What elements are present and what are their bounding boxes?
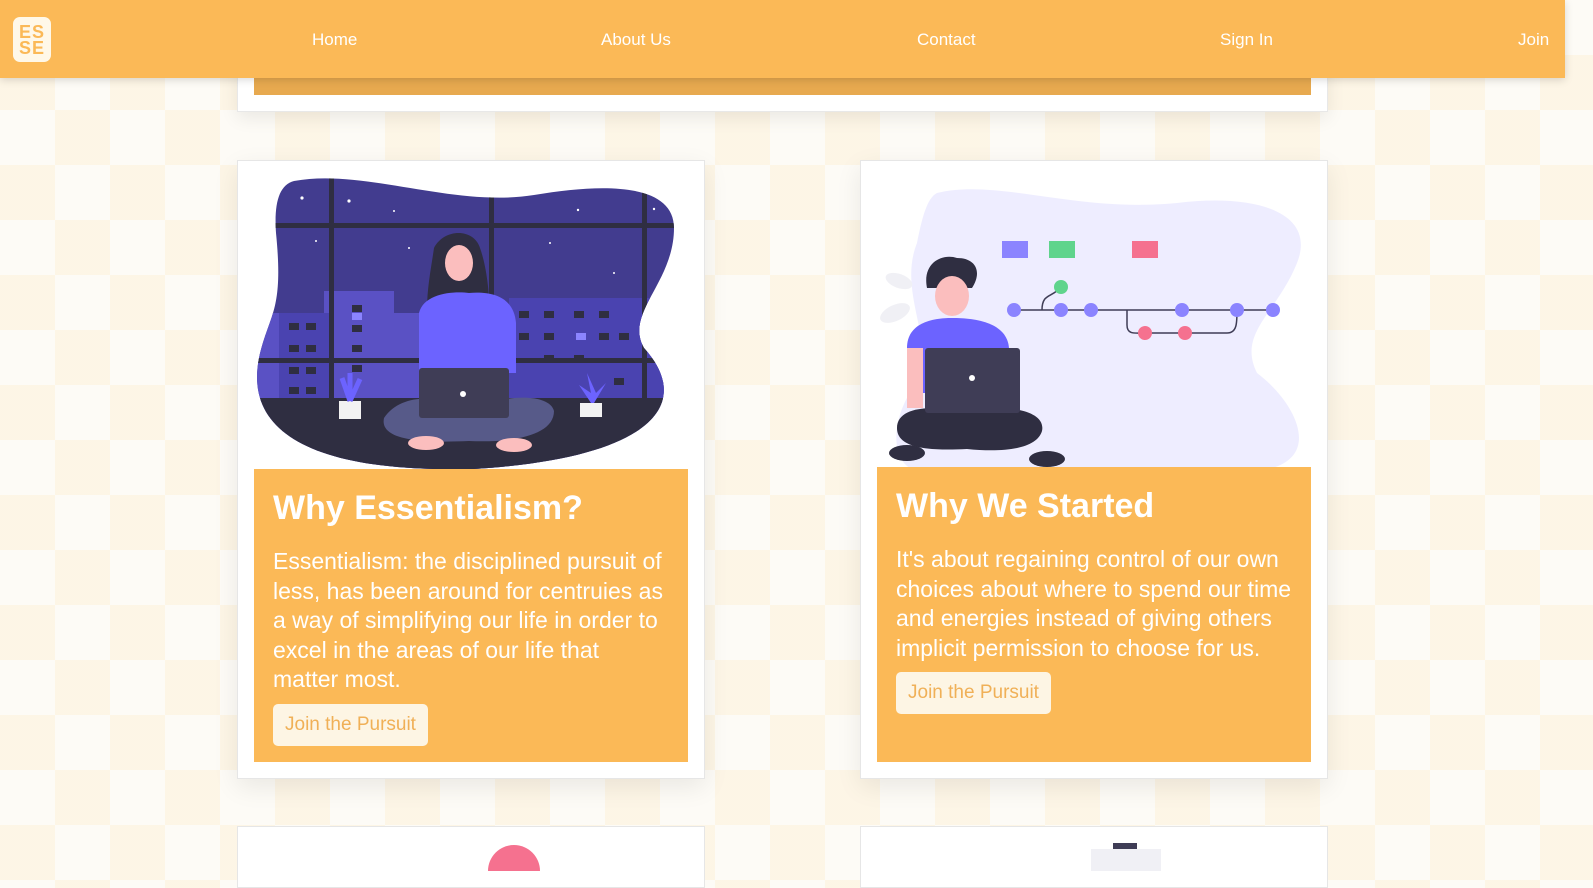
join-the-pursuit-button[interactable]: Join the Pursuit bbox=[273, 703, 428, 746]
nav-home-link[interactable]: Home bbox=[312, 30, 357, 50]
card-text: Essentialism: the disciplined pursuit of… bbox=[273, 548, 663, 692]
card-why-we-started: Why We Started It's about regaining cont… bbox=[860, 160, 1328, 779]
nav-sign-in-link[interactable]: Sign In bbox=[1220, 30, 1273, 50]
next-card-right bbox=[860, 826, 1328, 888]
logo[interactable]: ES SE bbox=[13, 17, 51, 62]
nav-contact-link[interactable]: Contact bbox=[917, 30, 976, 50]
card-title: Why Essentialism? bbox=[273, 489, 583, 527]
next-card-left bbox=[237, 826, 705, 888]
woman-laptop-night-window-icon bbox=[257, 178, 674, 470]
join-the-pursuit-button[interactable]: Join the Pursuit bbox=[896, 672, 1051, 714]
pink-circle-icon bbox=[488, 845, 540, 871]
navbar: ES SE Home About Us Contact Sign In Join bbox=[0, 0, 1565, 78]
card-body: Why Essentialism? Essentialism: the disc… bbox=[254, 469, 688, 762]
man-laptop-flowchart-icon bbox=[880, 189, 1301, 472]
card-body: Why We Started It's about regaining cont… bbox=[877, 467, 1311, 762]
card-title: Why We Started bbox=[896, 487, 1155, 525]
hero-card-strip bbox=[254, 77, 1311, 95]
card-text: It's about regaining control of our own … bbox=[896, 546, 1292, 661]
nav-about-link[interactable]: About Us bbox=[601, 30, 671, 50]
card-why-essentialism: Why Essentialism? Essentialism: the disc… bbox=[237, 160, 705, 779]
logo-line-2: SE bbox=[18, 37, 45, 58]
clipboard-icon bbox=[1091, 843, 1161, 871]
nav-join-link[interactable]: Join bbox=[1518, 30, 1549, 50]
